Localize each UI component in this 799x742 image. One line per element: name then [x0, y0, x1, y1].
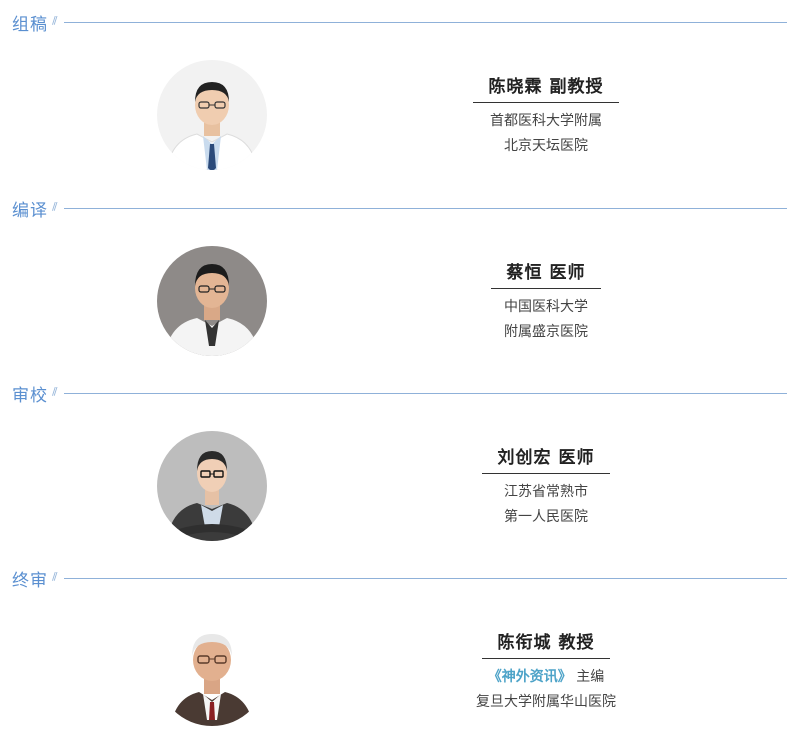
affiliation-line: 中国医科大学 — [504, 299, 588, 315]
avatar — [157, 60, 267, 170]
section-header: 终审 // — [0, 556, 799, 591]
person-info: 刘创宏 医师 江苏省常熟市 第一人民医院 — [446, 443, 646, 530]
section-reviewer: 审校 // 刘创宏 医师 江苏省常熟市 第一人民医院 — [0, 371, 799, 557]
affiliation-line: 首都医科大学附属 — [490, 113, 602, 129]
person-name: 蔡恒 医师 — [490, 258, 602, 289]
section-rule — [64, 393, 787, 394]
section-translator: 编译 // 蔡恒 医师 中国医科大学 附属盛京医院 — [0, 186, 799, 372]
section-rule — [64, 578, 787, 579]
slash-decoration-icon: // — [52, 570, 58, 583]
section-header: 组稿 // — [0, 0, 799, 35]
section-title: 审校 — [12, 386, 48, 406]
section-title: 组稿 — [12, 15, 48, 35]
section-title: 编译 — [12, 201, 48, 221]
affiliation-line: 复旦大学附属华山医院 — [476, 694, 616, 710]
person-name: 陈衔城 教授 — [481, 628, 611, 659]
person-info: 陈衔城 教授 《神外资讯》 主编 复旦大学附属华山医院 — [446, 628, 646, 715]
person-name: 刘创宏 医师 — [481, 443, 611, 474]
affiliation-line: 第一人民医院 — [504, 509, 588, 525]
slash-decoration-icon: // — [52, 385, 58, 398]
section-header: 审校 // — [0, 371, 799, 406]
person-info: 陈晓霖 副教授 首都医科大学附属 北京天坛医院 — [446, 72, 646, 159]
slash-decoration-icon: // — [52, 14, 58, 27]
affiliation: 《神外资讯》 主编 复旦大学附属华山医院 — [446, 665, 646, 715]
section-title: 终审 — [12, 571, 48, 591]
affiliation: 中国医科大学 附属盛京医院 — [446, 295, 646, 345]
section-final-review: 终审 // 陈衔城 教授 《神外资讯》 主编 复旦大学附属华山医院 — [0, 556, 799, 742]
section-rule — [64, 22, 787, 23]
person-name: 陈晓霖 副教授 — [472, 72, 620, 103]
section-editor: 组稿 // 陈晓霖 副教授 首都医科大学附属 北京天坛医院 — [0, 0, 799, 186]
section-rule — [64, 208, 787, 209]
slash-decoration-icon: // — [52, 200, 58, 213]
person-info: 蔡恒 医师 中国医科大学 附属盛京医院 — [446, 258, 646, 345]
affiliation: 江苏省常熟市 第一人民医院 — [446, 480, 646, 530]
avatar — [157, 431, 267, 541]
affiliation: 首都医科大学附属 北京天坛医院 — [446, 109, 646, 159]
section-header: 编译 // — [0, 186, 799, 221]
avatar — [157, 616, 267, 726]
avatar — [157, 246, 267, 356]
affiliation-line: 北京天坛医院 — [504, 138, 588, 154]
affiliation-line: 附属盛京医院 — [504, 324, 588, 340]
affiliation-line: 《神外资讯》 主编 — [446, 665, 646, 690]
publication-name: 《神外资讯》 — [487, 669, 572, 685]
affiliation-line: 江苏省常熟市 — [504, 484, 588, 500]
role-label: 主编 — [576, 669, 605, 685]
